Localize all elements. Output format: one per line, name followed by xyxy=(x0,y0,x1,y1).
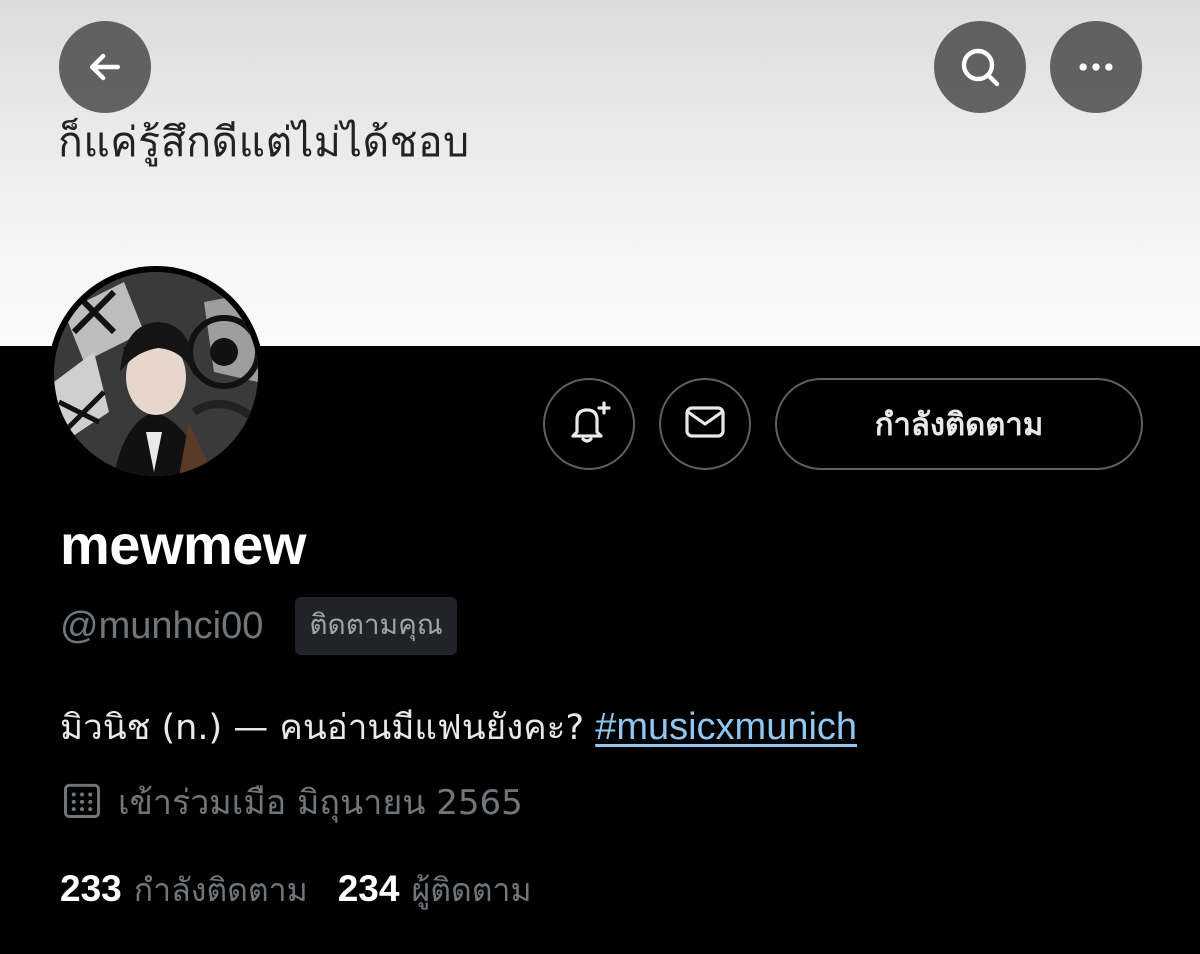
follows-you-badge: ติดตามคุณ xyxy=(295,597,457,655)
joined-date: เข้าร่วมเมือ มิถุนายน 2565 xyxy=(60,775,523,829)
banner-text: ก็แค่รู้สึกดีแต่ไม่ได้ชอบ xyxy=(58,118,470,166)
envelope-icon xyxy=(681,398,729,450)
avatar[interactable] xyxy=(48,266,264,482)
user-handle: @munhci00 xyxy=(60,604,264,647)
followers-stat-link[interactable]: 234 ผู้ติดตาม xyxy=(338,865,532,916)
followers-label: ผู้ติดตาม xyxy=(411,871,532,909)
more-horizontal-icon xyxy=(1074,45,1118,89)
back-button[interactable] xyxy=(59,21,151,113)
search-icon xyxy=(956,43,1004,91)
bio-hashtag-link[interactable]: #musicxmunich xyxy=(595,706,857,748)
search-button[interactable] xyxy=(934,21,1026,113)
joined-text: เข้าร่วมเมือ มิถุนายน 2565 xyxy=(118,783,523,823)
bell-plus-icon xyxy=(565,398,613,450)
following-count: 233 xyxy=(60,868,122,909)
stats-row: 233 กำลังติดตาม 234 ผู้ติดตาม xyxy=(60,865,532,916)
following-label: กำลังติดตาม xyxy=(133,871,308,909)
message-button[interactable] xyxy=(659,378,751,470)
handle-row: @munhci00 ติดตามคุณ xyxy=(60,597,457,655)
following-stat-link[interactable]: 233 กำลังติดตาม xyxy=(60,865,308,916)
following-button[interactable]: กำลังติดตาม xyxy=(775,378,1143,470)
more-button[interactable] xyxy=(1050,21,1142,113)
profile-page: ก็แค่รู้สึกดีแต่ไม่ได้ชอบ กำลังติดตาม me… xyxy=(0,0,1200,954)
arrow-left-icon xyxy=(83,45,127,89)
followers-count: 234 xyxy=(337,868,400,909)
calendar-icon xyxy=(60,778,104,826)
notifications-button[interactable] xyxy=(543,378,635,470)
avatar-image xyxy=(54,272,258,476)
display-name: mewmew xyxy=(60,513,307,576)
bio: มิวนิช (n.) — คนอ่านมีแฟนยังคะ? #musicxm… xyxy=(60,700,857,755)
bio-text: มิวนิช (n.) — คนอ่านมีแฟนยังคะ? xyxy=(60,708,596,748)
